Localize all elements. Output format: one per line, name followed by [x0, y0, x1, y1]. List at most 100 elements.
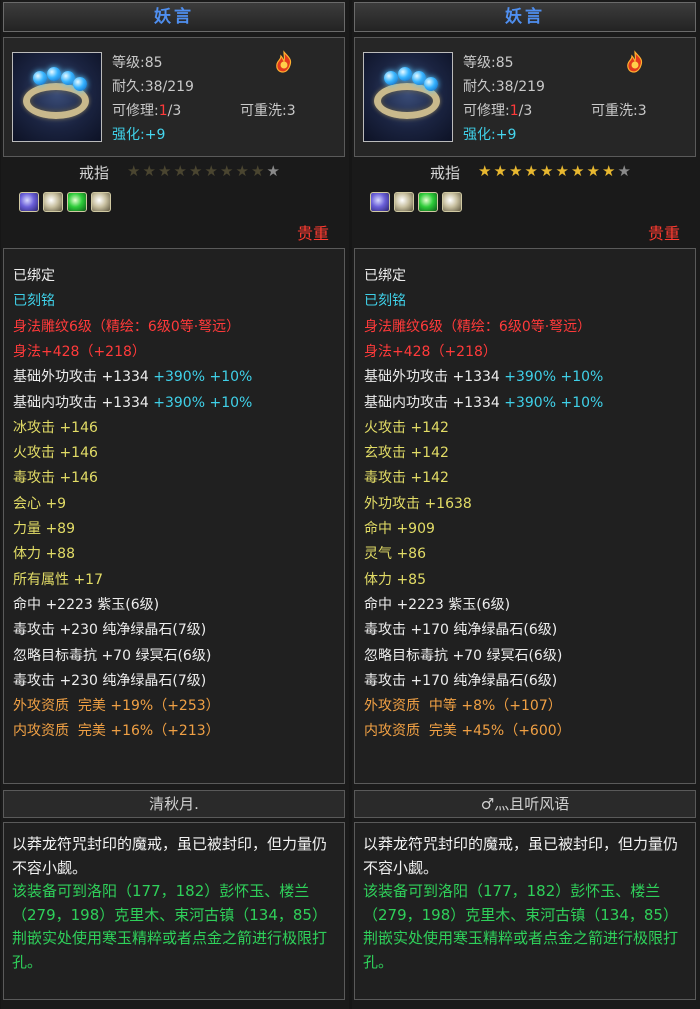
attribute-text: 基础内功攻击 +1334 — [364, 394, 505, 411]
enhance-label: 强化: — [112, 127, 145, 143]
white-gem-icon[interactable]: white-gem-icon — [91, 192, 111, 212]
item-description: 以莽龙符咒封印的魔戒，虽已被封印，但力量仍不容小觑。 该装备可到洛阳（177，1… — [3, 822, 345, 1000]
attribute-text: 毒攻击 +142 — [364, 470, 449, 487]
attribute-text: 内攻资质 完美 +16%（+213） — [13, 723, 220, 740]
star-empty-icon: ★ — [220, 162, 233, 180]
item-level: 等级:85 — [463, 55, 514, 71]
attribute-line: 会心 +9 — [13, 493, 66, 513]
attribute-text: 外攻资质 完美 +19%（+253） — [13, 698, 220, 715]
purple-gem-icon[interactable]: purple-gem-icon — [19, 192, 39, 212]
gem-slot-row: purple-gem-iconwhite-gem-icongreen-gem-i… — [19, 192, 115, 216]
description-lore: 以莽龙符咒封印的魔戒，虽已被封印，但力量仍不容小觑。 — [363, 835, 679, 877]
green-gem-icon[interactable]: green-gem-icon — [67, 192, 87, 212]
item-level: 等级:85 — [112, 55, 163, 71]
item-durability: 耐久:38/219 — [463, 79, 545, 95]
attribute-text: 身法雕纹6级（精绘：6级0等·弩远） — [364, 318, 592, 335]
star-filled-icon: ★ — [493, 162, 507, 180]
item-type-row: 戒指 ★ ★ ★ ★ ★ ★ ★ ★ ★ ★ — [1, 162, 349, 186]
star-filled-icon: ★ — [509, 162, 522, 180]
item-type-row: 戒指 ★ ★ ★ ★ ★ ★ ★ ★ ★ ★ — [352, 162, 700, 186]
attribute-line: 毒攻击 +142 — [364, 467, 449, 487]
attribute-text: 已绑定 — [13, 268, 55, 284]
item-info-box: 等级:85 耐久:38/219 可修理:1/3 可重洗:3 强化:+9 — [354, 37, 696, 157]
item-durability: 耐久:38/219 — [112, 79, 194, 95]
attribute-text: 基础外功攻击 +1334 — [13, 369, 154, 386]
purple-gem-icon[interactable]: purple-gem-icon — [370, 192, 390, 212]
attribute-text: 火攻击 +142 — [364, 419, 449, 436]
attribute-line: 基础外功攻击 +1334 +390% +10% — [13, 366, 252, 386]
attribute-line: 忽略目标毒抗 +70 绿冥石(6级) — [364, 645, 562, 665]
attribute-list: 已绑定已刻铭身法雕纹6级（精绘：6级0等·弩远） 身法+428（+218） 基础外功… — [354, 248, 696, 784]
star-empty-icon: ★ — [158, 162, 171, 180]
item-quality: 贵重 — [296, 224, 329, 243]
item-tooltip-right: 妖言 等级:85 耐久:38/219 可修理:1/3 可重洗:3 强化:+9 戒… — [352, 0, 700, 1009]
item-type: 戒指 — [79, 164, 110, 182]
attribute-line: 身法+428（+218） — [364, 341, 497, 361]
green-gem-icon[interactable]: green-gem-icon — [418, 192, 438, 212]
blue-gem — [33, 71, 47, 85]
enhance-label: 强化: — [463, 127, 496, 143]
attribute-line: 命中 +2223 紫玉(6级) — [364, 594, 510, 614]
attribute-text: 已刻铭 — [13, 293, 55, 310]
item-title-bar: 妖言 — [3, 2, 345, 32]
owner-bar: ♂灬且听风语 — [354, 790, 696, 818]
attribute-line: 已绑定 — [364, 265, 406, 285]
white-gem-icon[interactable]: white-gem-icon — [394, 192, 414, 212]
attribute-text: +390% +10% — [504, 369, 604, 386]
item-reset-count: 可重洗:3 — [240, 103, 296, 119]
ring-item-icon[interactable] — [363, 52, 453, 142]
item-name: 妖言 — [505, 7, 545, 27]
star-filled-icon: ★ — [555, 162, 569, 180]
blue-gem — [384, 71, 398, 85]
star-empty-icon: ★ — [127, 162, 140, 180]
blue-gem — [47, 67, 61, 81]
attribute-text: 基础外功攻击 +1334 — [364, 369, 505, 386]
blue-gem — [424, 77, 438, 91]
item-name: 妖言 — [154, 7, 194, 27]
attribute-line: 身法+428（+218） — [13, 341, 146, 361]
star-empty-icon: ★ — [251, 162, 264, 180]
owner-name: ♂灬且听风语 — [480, 795, 570, 813]
attribute-line: 忽略目标毒抗 +70 绿冥石(6级) — [13, 645, 211, 665]
attribute-text: 身法+428（+218） — [364, 343, 497, 360]
item-repair: 可修理:1/3 — [112, 100, 181, 120]
description-hint: 该装备可到洛阳（177，182）彭怀玉、楼兰（279，198）克里木、束河古镇（… — [12, 882, 328, 971]
flame-badge-icon — [276, 50, 292, 73]
attribute-line: 毒攻击 +170 纯净绿晶石(6级) — [364, 670, 557, 690]
attribute-text: 体力 +85 — [364, 571, 426, 588]
item-info-box: 等级:85 耐久:38/219 可修理:1/3 可重洗:3 强化:+9 — [3, 37, 345, 157]
attribute-text: 命中 +909 — [364, 521, 435, 537]
repair-used: 1 — [158, 103, 168, 119]
star-filled-icon: ★ — [602, 162, 615, 180]
item-type: 戒指 — [430, 164, 461, 182]
attribute-line: 力量 +89 — [13, 518, 75, 538]
attribute-line: 命中 +2223 紫玉(6级) — [13, 594, 159, 614]
repair-total: /3 — [167, 103, 182, 119]
attribute-text: 内攻资质 完美 +45%（+600） — [364, 723, 571, 740]
attribute-text: 力量 +89 — [13, 521, 75, 537]
attribute-text: 已刻铭 — [364, 293, 406, 310]
attribute-list: 已绑定已刻铭身法雕纹6级（精绘：6级0等·弩远） 身法+428（+218） 基础外功… — [3, 248, 345, 784]
blue-gem — [73, 77, 87, 91]
repair-used: 1 — [509, 103, 519, 119]
attribute-line: 火攻击 +146 — [13, 442, 98, 462]
attribute-text: 冰攻击 +146 — [13, 419, 98, 436]
attribute-line: 基础内功攻击 +1334 +390% +10% — [13, 392, 252, 412]
attribute-text: 身法雕纹6级（精绘：6级0等·弩远） — [13, 318, 241, 335]
attribute-line: 已刻铭 — [364, 290, 406, 310]
enhance-value: +9 — [495, 127, 517, 143]
attribute-line: 身法雕纹6级（精绘：6级0等·弩远） — [13, 316, 240, 336]
attribute-text: 忽略目标毒抗 +70 绿冥石(6级) — [13, 647, 212, 664]
description-lore: 以莽龙符咒封印的魔戒，虽已被封印，但力量仍不容小觑。 — [12, 835, 328, 877]
attribute-text: 忽略目标毒抗 +70 绿冥石(6级) — [364, 647, 563, 664]
item-title-bar: 妖言 — [354, 2, 696, 32]
ring-item-icon[interactable] — [12, 52, 102, 142]
star-filled-icon: ★ — [478, 162, 491, 180]
white-gem-icon[interactable]: white-gem-icon — [43, 192, 63, 212]
attribute-text: 毒攻击 +230 纯净绿晶石(7级) — [13, 622, 207, 639]
star-filled-icon: ★ — [571, 162, 584, 180]
star-empty-icon: ★ — [235, 162, 249, 180]
white-gem-icon[interactable]: white-gem-icon — [442, 192, 462, 212]
attribute-line: 体力 +85 — [364, 569, 426, 589]
attribute-line: 毒攻击 +230 纯净绿晶石(7级) — [13, 670, 206, 690]
